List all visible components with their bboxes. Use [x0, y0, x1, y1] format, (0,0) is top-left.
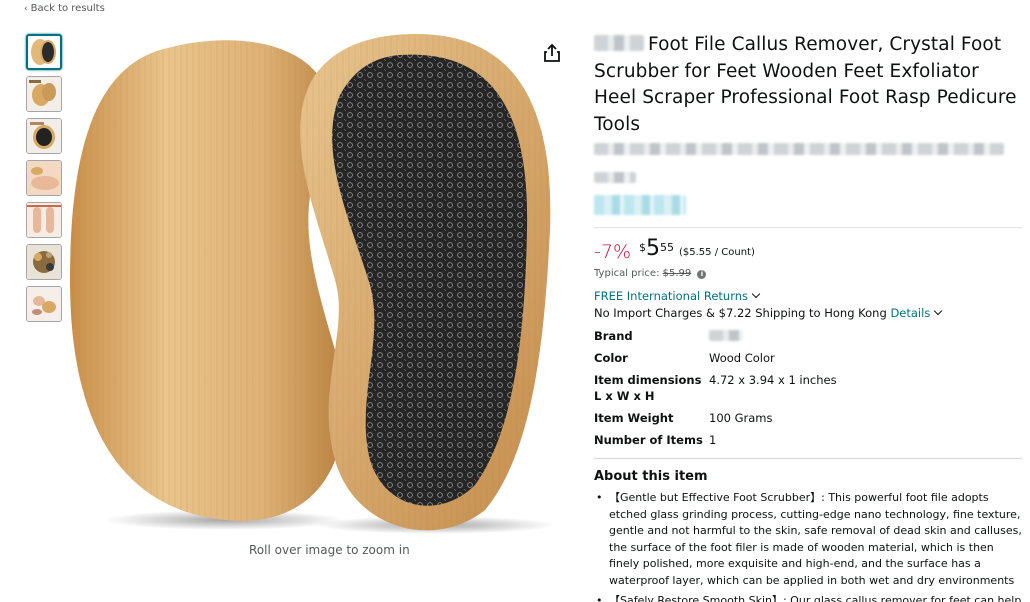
returns-label: FREE International Returns [594, 289, 748, 303]
unit-price: ($5.55 / Count) [679, 247, 755, 258]
spec-value: 100 Grams [709, 411, 773, 425]
back-to-results-link[interactable]: ‹ Back to results [24, 3, 105, 14]
main-product-image[interactable] [65, 30, 565, 535]
spec-row-number-of-items: Number of Items 1 [594, 432, 1022, 448]
price-symbol: $ [639, 241, 646, 254]
discount-percent: -7% [594, 241, 631, 263]
zoom-hint: Roll over image to zoom in [249, 543, 410, 557]
back-label: Back to results [30, 3, 105, 14]
thumbnail-5[interactable] [26, 202, 62, 238]
thumb-image [27, 245, 61, 279]
list-item: 【Safely Restore Smooth Skin】: Our glass … [594, 593, 1022, 602]
spec-value: 4.72 x 3.94 x 1 inches [709, 373, 837, 387]
thumbnail-2[interactable] [26, 76, 62, 112]
redacted-brand-value [709, 330, 743, 341]
share-icon[interactable] [543, 43, 561, 63]
spec-row-weight: Item Weight 100 Grams [594, 410, 1022, 426]
spec-value: Wood Color [709, 351, 775, 365]
spec-key: Brand [594, 329, 633, 343]
shipping-info: No Import Charges & $7.22 Shipping to Ho… [594, 306, 1024, 320]
list-item: 【Gentle but Effective Foot Scrubber】: Th… [594, 490, 1022, 590]
thumbnail-1[interactable] [26, 34, 62, 70]
foot-file-image [70, 34, 555, 534]
product-details: Foot File Callus Remover, Crystal Foot S… [594, 32, 1024, 602]
thumb-image [31, 39, 56, 65]
thumb-image [27, 161, 61, 195]
thumb-image [27, 287, 61, 321]
redacted-title-line [594, 140, 1024, 158]
spec-row-color: Color Wood Color [594, 350, 1022, 366]
thumbnail-3[interactable] [26, 118, 62, 154]
spec-row-brand: Brand [594, 328, 1022, 344]
chevron-left-icon: ‹ [24, 4, 28, 14]
free-returns-link[interactable]: FREE International Returns [594, 289, 1024, 303]
spec-key: Number of Items [594, 433, 703, 447]
typical-price: Typical price: $5.99 i [594, 268, 1024, 279]
divider [594, 458, 1022, 459]
thumbnail-6[interactable] [26, 244, 62, 280]
product-title-text: Foot File Callus Remover, Crystal Foot S… [594, 34, 1017, 135]
spec-value: 1 [709, 433, 717, 447]
thumb-image [27, 203, 61, 237]
about-title: About this item [594, 469, 708, 484]
spec-key: Item dimensions L x W x H [594, 373, 702, 403]
chevron-down-icon [751, 289, 761, 299]
divider [594, 227, 1022, 228]
redacted-rating[interactable] [594, 195, 1024, 219]
thumb-image [27, 119, 61, 153]
price-whole: 5 [646, 236, 660, 261]
price-fraction: 55 [660, 241, 674, 254]
spec-key: Color [594, 351, 628, 365]
details-link[interactable]: Details [890, 306, 930, 320]
redacted-brand [594, 35, 644, 51]
info-icon[interactable]: i [697, 270, 707, 279]
thumbnail-4[interactable] [26, 160, 62, 196]
spec-row-dimensions: Item dimensions L x W x H 4.72 x 3.94 x … [594, 372, 1022, 404]
redacted-store-link[interactable] [594, 168, 1024, 187]
thumbnail-strip [26, 34, 64, 328]
specs-table: Brand Color Wood Color Item dimensions L… [594, 328, 1022, 448]
typical-price-value: $5.99 [662, 268, 692, 279]
spec-key: Item Weight [594, 411, 674, 425]
thumb-image [27, 77, 61, 111]
price: $ 5 55 [639, 238, 674, 260]
about-bullets: 【Gentle but Effective Foot Scrubber】: Th… [594, 490, 1022, 602]
import-charges-text: No Import Charges & $7.22 Shipping to Ho… [594, 306, 887, 320]
chevron-down-icon[interactable] [934, 306, 943, 316]
product-title: Foot File Callus Remover, Crystal Foot S… [594, 32, 1024, 138]
thumbnail-7[interactable] [26, 286, 62, 322]
spec-value [709, 328, 1022, 344]
typical-price-label: Typical price: [594, 268, 660, 279]
price-row: -7% $ 5 55 ($5.55 / Count) [594, 238, 1024, 268]
